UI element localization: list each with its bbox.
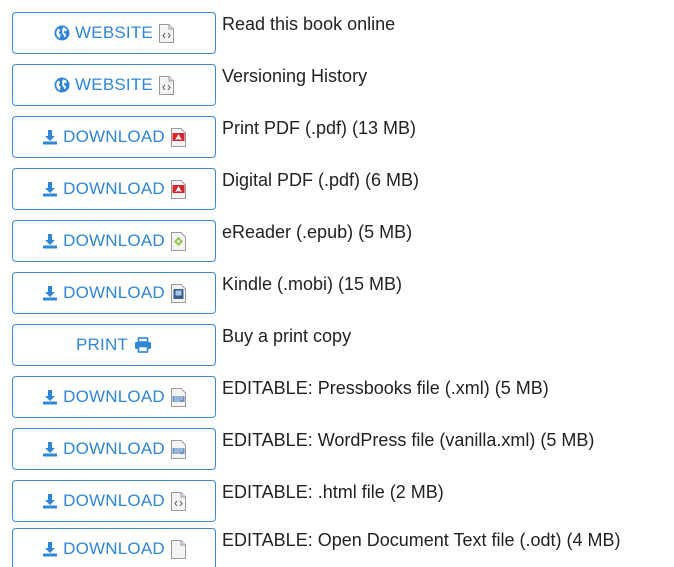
- website-button-versioning[interactable]: WEBSITE: [12, 64, 216, 106]
- link-row-print-pdf: DOWNLOAD Print PDF (.pdf) (13 MB): [12, 116, 672, 158]
- link-description: EDITABLE: WordPress file (vanilla.xml) (…: [222, 430, 595, 450]
- epub-file-icon: [170, 231, 186, 251]
- download-button-wordpress-xml[interactable]: DOWNLOAD: [12, 428, 216, 470]
- html-file-icon: [158, 23, 174, 43]
- link-row-digital-pdf: DOWNLOAD Digital PDF (.pdf) (6 MB): [12, 168, 672, 210]
- link-description: EDITABLE: Pressbooks file (.xml) (5 MB): [222, 378, 549, 398]
- download-button-print-pdf[interactable]: DOWNLOAD: [12, 116, 216, 158]
- link-description: EDITABLE: Open Document Text file (.odt)…: [222, 530, 621, 550]
- link-description: Print PDF (.pdf) (13 MB): [222, 118, 417, 138]
- website-button-read-online[interactable]: WEBSITE: [12, 12, 216, 54]
- link-row-mobi: DOWNLOAD Kindle (.mobi) (15 MB): [12, 272, 672, 314]
- link-row-epub: DOWNLOAD eReader (.epub) (5 MB): [12, 220, 672, 262]
- link-row-pressbooks-xml: DOWNLOAD EDITABLE: Pressbooks file (.xml…: [12, 376, 672, 418]
- download-button-html[interactable]: DOWNLOAD: [12, 480, 216, 522]
- link-row-read-online: WEBSITE Read this book online: [12, 12, 672, 54]
- button-label: DOWNLOAD: [63, 179, 165, 198]
- button-label: WEBSITE: [75, 23, 153, 42]
- link-description: Versioning History: [222, 66, 368, 86]
- link-row-print-copy: PRINT Buy a print copy: [12, 324, 672, 366]
- download-icon: [43, 234, 58, 249]
- link-row-versioning: WEBSITE Versioning History: [12, 64, 672, 106]
- download-button-mobi[interactable]: DOWNLOAD: [12, 272, 216, 314]
- button-label: DOWNLOAD: [63, 491, 165, 510]
- link-description: Buy a print copy: [222, 326, 352, 346]
- download-icon: [43, 494, 58, 509]
- xml-file-icon: [170, 439, 186, 459]
- link-row-wordpress-xml: DOWNLOAD EDITABLE: WordPress file (vanil…: [12, 428, 672, 470]
- link-description: Digital PDF (.pdf) (6 MB): [222, 170, 420, 190]
- button-label: PRINT: [76, 335, 128, 354]
- globe-icon: [54, 77, 70, 93]
- button-label: DOWNLOAD: [63, 283, 165, 302]
- button-label: WEBSITE: [75, 75, 153, 94]
- download-icon: [43, 130, 58, 145]
- link-description: Kindle (.mobi) (15 MB): [222, 274, 403, 294]
- mobi-file-icon: [170, 283, 186, 303]
- link-description: eReader (.epub) (5 MB): [222, 222, 413, 242]
- download-button-odt[interactable]: DOWNLOAD: [12, 528, 216, 567]
- download-button-pressbooks-xml[interactable]: DOWNLOAD: [12, 376, 216, 418]
- link-row-html: DOWNLOAD EDITABLE: .html file (2 MB): [12, 480, 672, 522]
- printer-icon: [135, 337, 151, 353]
- button-label: DOWNLOAD: [63, 231, 165, 250]
- blank-file-icon: [170, 539, 186, 559]
- button-label: DOWNLOAD: [63, 127, 165, 146]
- button-label: DOWNLOAD: [63, 539, 165, 558]
- pdf-file-icon: [170, 127, 186, 147]
- link-description: EDITABLE: .html file (2 MB): [222, 482, 444, 502]
- download-button-digital-pdf[interactable]: DOWNLOAD: [12, 168, 216, 210]
- link-row-odt: DOWNLOAD EDITABLE: Open Document Text fi…: [12, 528, 672, 567]
- download-icon: [43, 182, 58, 197]
- download-icon: [43, 390, 58, 405]
- button-label: DOWNLOAD: [63, 439, 165, 458]
- download-icon: [43, 286, 58, 301]
- pdf-file-icon: [170, 179, 186, 199]
- xml-file-icon: [170, 387, 186, 407]
- html-file-icon: [158, 75, 174, 95]
- globe-icon: [54, 25, 70, 41]
- download-icon: [43, 542, 58, 557]
- button-label: DOWNLOAD: [63, 387, 165, 406]
- download-icon: [43, 442, 58, 457]
- link-description: Read this book online: [222, 14, 396, 34]
- download-button-epub[interactable]: DOWNLOAD: [12, 220, 216, 262]
- print-button[interactable]: PRINT: [12, 324, 216, 366]
- html-file-icon: [170, 491, 186, 511]
